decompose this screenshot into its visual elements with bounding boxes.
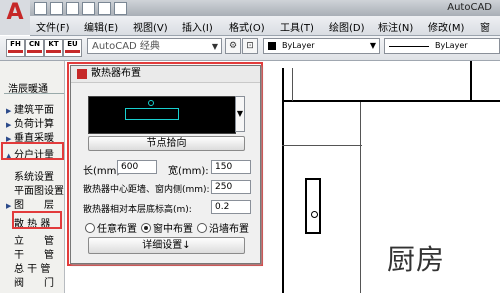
- menu-insert[interactable]: 插入(I): [182, 19, 213, 34]
- chevron-down-icon: ▼: [211, 42, 218, 51]
- center-distance-label: 散热器中心距墙、窗内侧(mm):: [83, 185, 210, 195]
- autocad-logo-icon: A: [6, 0, 24, 25]
- expand-icon: ▶: [6, 107, 12, 115]
- sidebar-item-load-calc[interactable]: ▶ 负荷计算: [6, 115, 54, 130]
- redo-icon[interactable]: [114, 2, 127, 15]
- preview-dot: [148, 100, 154, 106]
- menu-file[interactable]: 文件(F): [36, 19, 70, 34]
- detail-settings-button[interactable]: 详细设置↓: [88, 237, 245, 254]
- radio-window-center-layout[interactable]: 窗中布置: [141, 220, 193, 235]
- wall-line: [470, 61, 472, 101]
- radio-arbitrary-layout[interactable]: 任意布置: [85, 220, 137, 235]
- chevron-down-icon: ▼: [369, 41, 376, 50]
- radio-along-wall-layout[interactable]: 沿墙布置: [197, 220, 249, 235]
- new-file-icon[interactable]: [34, 2, 47, 15]
- eu-logo-button[interactable]: EU: [63, 39, 82, 57]
- menu-modify[interactable]: 修改(M): [428, 19, 464, 34]
- sidebar-item-system-settings[interactable]: 系统设置: [14, 168, 54, 183]
- sidebar-header: 浩辰暖通: [4, 80, 64, 95]
- expand-icon: ▶: [6, 202, 12, 210]
- print-icon[interactable]: [82, 2, 95, 15]
- menu-format[interactable]: 格式(O): [229, 19, 265, 34]
- workspace-settings-gear-icon[interactable]: ⚙: [225, 38, 241, 54]
- radio-icon: [197, 223, 207, 233]
- menu-window[interactable]: 窗: [480, 19, 490, 34]
- quick-access-toolbar: [34, 2, 127, 15]
- color-select[interactable]: ByLayer ▼: [263, 38, 380, 54]
- linetype-select[interactable]: ByLayer: [384, 38, 500, 54]
- radio-icon: [85, 223, 95, 233]
- linetype-select-value: ByLayer: [435, 41, 468, 50]
- dialog-title-bar[interactable]: 散热器布置: [71, 66, 260, 83]
- room-label: 厨房: [387, 243, 446, 276]
- color-swatch-icon: [268, 42, 276, 50]
- menu-view[interactable]: 视图(V): [133, 19, 168, 34]
- node-switch-button[interactable]: 节点拾向: [88, 136, 245, 151]
- preview-radiator-shape: [125, 108, 179, 120]
- menu-tools[interactable]: 工具(T): [280, 19, 314, 34]
- width-input[interactable]: 150: [211, 160, 251, 174]
- sidebar-item-layers[interactable]: ▶ 图 层: [6, 196, 54, 211]
- highlight-box: [1, 142, 64, 160]
- width-label: 宽(mm):: [168, 166, 209, 177]
- workspace-select-value: AutoCAD 经典: [92, 41, 160, 52]
- wall-line: [292, 68, 293, 101]
- radio-selected-icon: [141, 223, 151, 233]
- center-distance-input[interactable]: 250: [211, 180, 251, 194]
- preview-dropdown-button[interactable]: ▼: [235, 96, 245, 132]
- fh-logo-button[interactable]: FH: [6, 39, 25, 57]
- dialog-app-icon: [77, 69, 87, 79]
- wall-line: [282, 145, 362, 146]
- window-title: AutoCAD: [447, 2, 492, 13]
- highlight-box: [12, 211, 62, 229]
- workspace-lock-icon[interactable]: ⊡: [242, 38, 258, 54]
- dialog-title: 散热器布置: [91, 68, 141, 79]
- length-input[interactable]: 600: [117, 160, 157, 174]
- radiator-preview: [88, 96, 236, 134]
- menu-edit[interactable]: 编辑(E): [84, 19, 118, 34]
- sidebar-item-valve[interactable]: 阀 门: [14, 274, 54, 289]
- bottom-height-label: 散热器相对本层底标高(m):: [83, 205, 192, 215]
- sidebar-item-main-pipe[interactable]: 干 管: [14, 246, 54, 261]
- linetype-preview-icon: [389, 46, 429, 47]
- workspace-select[interactable]: AutoCAD 经典 ▼: [87, 38, 222, 54]
- undo-icon[interactable]: [98, 2, 111, 15]
- color-select-value: ByLayer: [282, 41, 315, 50]
- menu-bar: 文件(F) 编辑(E) 视图(V) 插入(I) 格式(O) 工具(T) 绘图(D…: [30, 16, 500, 36]
- sidebar-item-plan-settings[interactable]: 平面图设置: [14, 182, 64, 197]
- radiator-symbol[interactable]: [305, 178, 321, 234]
- sidebar-item-label: 图 层: [14, 200, 54, 211]
- bottom-height-input[interactable]: 0.2: [211, 200, 251, 214]
- cn-logo-button[interactable]: CN: [25, 39, 44, 57]
- wall-line: [282, 100, 500, 102]
- wall-line: [360, 102, 361, 293]
- save-icon[interactable]: [66, 2, 79, 15]
- sidebar-item-riser[interactable]: 立 管: [14, 232, 54, 247]
- sidebar-item-building-plan[interactable]: ▶ 建筑平面: [6, 101, 54, 116]
- menu-dimension[interactable]: 标注(N): [378, 19, 413, 34]
- radiator-dot: [311, 211, 318, 218]
- kt-logo-button[interactable]: KT: [44, 39, 63, 57]
- expand-icon: ▶: [6, 121, 12, 129]
- app-menu-button[interactable]: A: [0, 0, 30, 35]
- menu-draw[interactable]: 绘图(D): [329, 19, 365, 34]
- open-file-icon[interactable]: [50, 2, 63, 15]
- sidebar-item-trunk-pipe[interactable]: 总 干 管: [14, 260, 50, 275]
- radiator-layout-dialog: 散热器布置 ▼ 节点拾向 长(mm): 600 宽(mm): 150 散热器中心…: [70, 65, 261, 264]
